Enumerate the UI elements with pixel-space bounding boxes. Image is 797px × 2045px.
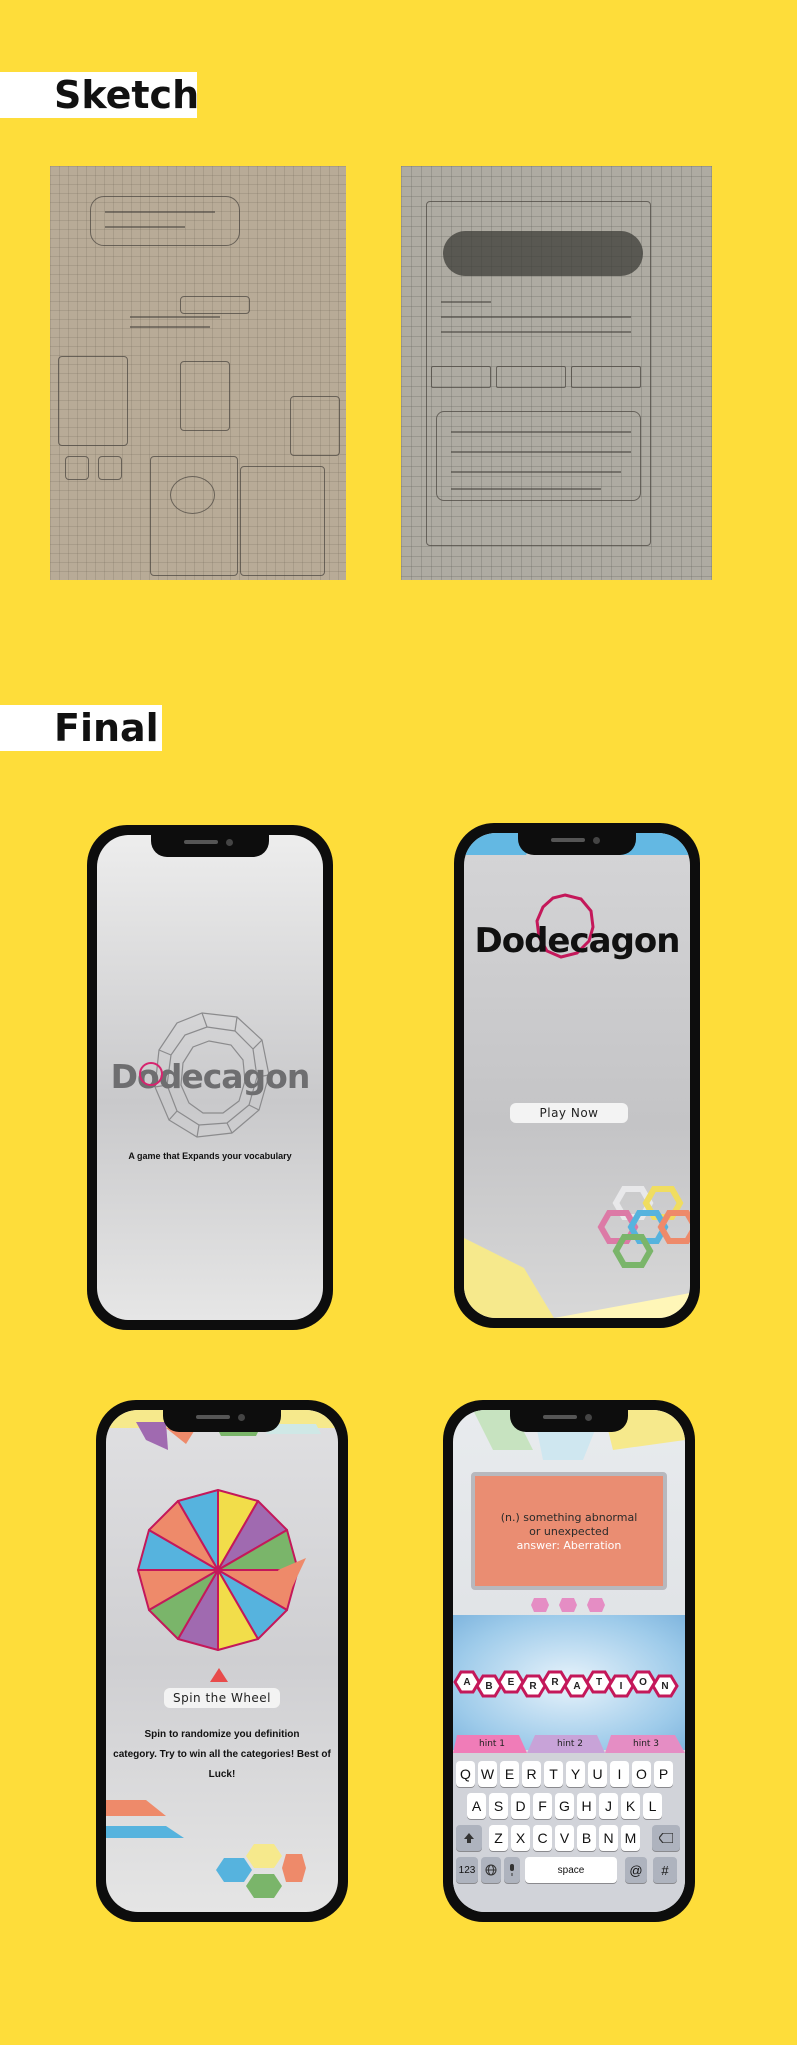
bottom-decor-shapes-icon xyxy=(106,1800,306,1898)
key-d[interactable]: D xyxy=(511,1793,530,1819)
phone-notch xyxy=(163,1410,281,1432)
key-y[interactable]: Y xyxy=(566,1761,585,1787)
final-label-text: Final xyxy=(54,706,159,750)
keyboard-row-4: 123 space @ # xyxy=(453,1857,685,1883)
answer-letter: A xyxy=(463,1676,471,1688)
space-key[interactable]: space xyxy=(525,1857,617,1883)
key-p[interactable]: P xyxy=(654,1761,673,1787)
splash-logo: Dodecagon xyxy=(110,1057,311,1096)
key-t[interactable]: T xyxy=(544,1761,563,1787)
key-r[interactable]: R xyxy=(522,1761,541,1787)
key-j[interactable]: J xyxy=(599,1793,618,1819)
answer-letter: B xyxy=(485,1680,493,1692)
key-o[interactable]: O xyxy=(632,1761,651,1787)
key-f[interactable]: F xyxy=(533,1793,552,1819)
key-m[interactable]: M xyxy=(621,1825,640,1851)
shift-arrow-icon xyxy=(464,1833,474,1843)
answer-letter: R xyxy=(529,1680,537,1692)
key-k[interactable]: K xyxy=(621,1793,640,1819)
hint-3-button[interactable]: hint 3 xyxy=(611,1735,681,1753)
sketch-section-label: Sketch xyxy=(0,72,200,118)
phone-notch xyxy=(510,1410,628,1432)
key-x[interactable]: X xyxy=(511,1825,530,1851)
hint-1-button[interactable]: hint 1 xyxy=(457,1735,527,1753)
key-w[interactable]: W xyxy=(478,1761,497,1787)
spin-wheel-button[interactable]: Spin the Wheel xyxy=(164,1688,280,1708)
phone-notch xyxy=(518,833,636,855)
onscreen-keyboard: Q W E R T Y U I O P A S D F G H J K L Z … xyxy=(453,1753,685,1912)
answer-letter: O xyxy=(639,1676,647,1688)
keyboard-row-2: A S D F G H J K L xyxy=(453,1793,685,1819)
mic-key[interactable] xyxy=(504,1857,520,1883)
key-u[interactable]: U xyxy=(588,1761,607,1787)
key-l[interactable]: L xyxy=(643,1793,662,1819)
answer-letter: I xyxy=(619,1680,623,1692)
spin-description-line1: Spin to randomize you definition xyxy=(144,1729,300,1740)
key-v[interactable]: V xyxy=(555,1825,574,1851)
key-s[interactable]: S xyxy=(489,1793,508,1819)
numbers-key[interactable]: 123 xyxy=(456,1857,478,1883)
phone-home-screen: Dodecagon Play Now xyxy=(454,823,700,1328)
logo-o-ring-icon xyxy=(139,1062,163,1086)
key-a[interactable]: A xyxy=(467,1793,486,1819)
spin-description-line2: category. Try to win all the categories!… xyxy=(113,1749,331,1780)
phone-spin-screen: Spin the Wheel Spin to randomize you def… xyxy=(96,1400,348,1922)
home-screen: Dodecagon Play Now xyxy=(464,833,690,1318)
answer-letter: T xyxy=(595,1676,603,1688)
phone-notch xyxy=(151,835,269,857)
key-i[interactable]: I xyxy=(610,1761,629,1787)
at-key[interactable]: @ xyxy=(625,1857,647,1883)
globe-key[interactable] xyxy=(481,1857,501,1883)
play-now-button[interactable]: Play Now xyxy=(510,1103,628,1123)
microphone-icon xyxy=(510,1864,514,1876)
hash-key[interactable]: # xyxy=(653,1857,677,1883)
phone-word-screen: (n.) something abnormal or unexpected an… xyxy=(443,1400,695,1922)
hint-2-button[interactable]: hint 2 xyxy=(535,1735,605,1753)
answer-letter: E xyxy=(507,1676,515,1688)
sketch-label-text: Sketch xyxy=(54,73,200,117)
home-logo: Dodecagon xyxy=(474,921,681,961)
answer-letter: A xyxy=(573,1680,581,1692)
keyboard-row-3: Z X C V B N M xyxy=(453,1825,685,1851)
key-b[interactable]: B xyxy=(577,1825,596,1851)
key-c[interactable]: C xyxy=(533,1825,552,1851)
shift-key[interactable] xyxy=(456,1825,482,1851)
category-wheel-icon xyxy=(137,1489,306,1651)
final-section-label: Final xyxy=(0,705,162,751)
answer-letter: R xyxy=(551,1676,559,1688)
key-g[interactable]: G xyxy=(555,1793,574,1819)
globe-icon xyxy=(485,1864,497,1876)
keyboard-row-1: Q W E R T Y U I O P xyxy=(453,1761,685,1787)
key-z[interactable]: Z xyxy=(489,1825,508,1851)
key-n[interactable]: N xyxy=(599,1825,618,1851)
key-e[interactable]: E xyxy=(500,1761,519,1787)
sketch-photo-game-screen xyxy=(401,166,712,580)
key-h[interactable]: H xyxy=(577,1793,596,1819)
spin-screen: Spin the Wheel Spin to randomize you def… xyxy=(106,1410,338,1912)
wheel-pointer-icon xyxy=(210,1668,228,1682)
hexagon-cluster-icon xyxy=(597,1186,690,1268)
splash-tagline: A game that Expands your vocabulary xyxy=(128,1151,292,1161)
sketch-photo-wireframes xyxy=(50,166,346,580)
answer-letter: N xyxy=(661,1680,669,1692)
word-screen: (n.) something abnormal or unexpected an… xyxy=(453,1410,685,1912)
key-q[interactable]: Q xyxy=(456,1761,475,1787)
backspace-icon xyxy=(659,1833,673,1843)
phone-splash-screen: Dodecagon A game that Expands your vocab… xyxy=(87,825,333,1330)
splash-screen: Dodecagon A game that Expands your vocab… xyxy=(97,835,323,1320)
backspace-key[interactable] xyxy=(652,1825,680,1851)
